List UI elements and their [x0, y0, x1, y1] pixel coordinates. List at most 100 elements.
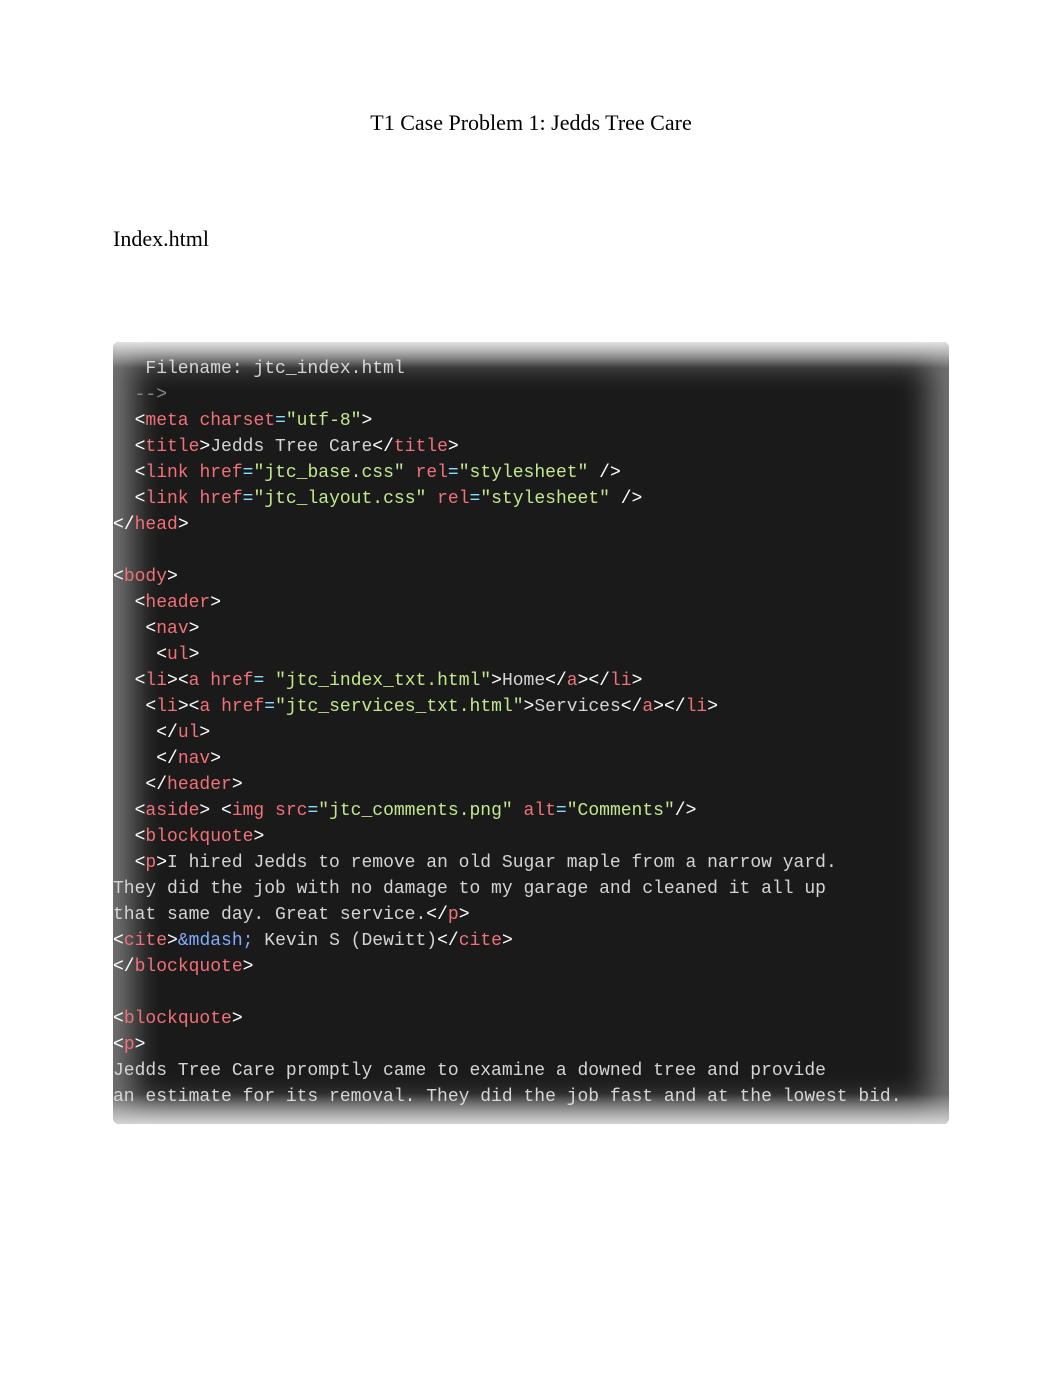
code-token: >	[459, 905, 470, 925]
code-token	[199, 671, 210, 691]
code-token: ul	[178, 723, 200, 743]
code-token: title	[145, 437, 199, 457]
code-token: "jtc_index_txt.html"	[275, 671, 491, 691]
code-token: </	[113, 775, 167, 795]
code-token: >	[210, 593, 221, 613]
code-token: </	[426, 905, 448, 925]
code-token: >	[189, 645, 200, 665]
code-token: blockquote	[145, 827, 253, 847]
code-line: They did the job with no damage to my ga…	[113, 876, 949, 902]
code-token: <	[113, 567, 124, 587]
code-token	[264, 801, 275, 821]
code-token: =	[448, 463, 459, 483]
code-token: </	[372, 437, 394, 457]
page-title: T1 Case Problem 1: Jedds Tree Care	[0, 110, 1062, 136]
code-token: rel	[416, 463, 448, 483]
code-token: =	[264, 697, 275, 717]
code-token: They did the job with no damage to my ga…	[113, 879, 826, 899]
code-token	[210, 697, 221, 717]
code-token: nav	[178, 749, 210, 769]
code-token: </	[621, 697, 643, 717]
code-token: blockquote	[124, 1009, 232, 1029]
code-token: </	[113, 957, 135, 977]
code-token: </	[437, 931, 459, 951]
code-token: =	[253, 671, 275, 691]
code-token: >	[199, 437, 210, 457]
code-token: Kevin S (Dewitt)	[253, 931, 437, 951]
code-token: <	[113, 853, 145, 873]
code-line: -->	[113, 382, 949, 408]
code-line: <meta charset="utf-8">	[113, 408, 949, 434]
code-token: >	[210, 749, 221, 769]
code-token: <	[113, 827, 145, 847]
code-token: />	[675, 801, 697, 821]
code-line: <title>Jedds Tree Care</title>	[113, 434, 949, 460]
code-token: <	[113, 645, 167, 665]
code-line: <link href="jtc_base.css" rel="styleshee…	[113, 460, 949, 486]
code-token: src	[275, 801, 307, 821]
code-token: >	[232, 775, 243, 795]
code-token: >	[232, 1009, 243, 1029]
code-token: >	[448, 437, 459, 457]
code-token: href	[210, 671, 253, 691]
code-token	[189, 463, 200, 483]
code-token: >	[167, 931, 178, 951]
code-token: "Comments"	[567, 801, 675, 821]
code-token: "utf-8"	[286, 411, 362, 431]
code-line: Jedds Tree Care promptly came to examine…	[113, 1058, 949, 1084]
code-line: <cite>&mdash; Kevin S (Dewitt)</cite>	[113, 928, 949, 954]
code-token: head	[135, 515, 178, 535]
code-token: header	[167, 775, 232, 795]
code-line: an estimate for its removal. They did th…	[113, 1084, 949, 1110]
code-line: <aside> <img src="jtc_comments.png" alt=…	[113, 798, 949, 824]
code-line: <ul>	[113, 642, 949, 668]
code-line: that same day. Great service.</p>	[113, 902, 949, 928]
code-token	[189, 489, 200, 509]
code-token: Jedds Tree Care	[210, 437, 372, 457]
code-token: title	[394, 437, 448, 457]
code-token: =	[243, 463, 254, 483]
code-token: li	[686, 697, 708, 717]
code-token: >	[491, 671, 502, 691]
code-token: >	[135, 1035, 146, 1055]
code-token: > <	[199, 801, 231, 821]
code-token: <	[113, 931, 124, 951]
code-token: >	[253, 827, 264, 847]
code-line	[113, 980, 949, 1006]
code-token: Jedds Tree Care promptly came to examine…	[113, 1061, 826, 1081]
code-token: -->	[113, 385, 167, 405]
code-line: <nav>	[113, 616, 949, 642]
code-line: <body>	[113, 564, 949, 590]
code-token: =	[307, 801, 318, 821]
code-token: "jtc_comments.png"	[318, 801, 512, 821]
code-token: >	[199, 723, 210, 743]
code-token: "jtc_layout.css"	[253, 489, 426, 509]
code-line: </head>	[113, 512, 949, 538]
code-token: ><	[178, 697, 200, 717]
code-token: li	[610, 671, 632, 691]
code-token: link	[145, 463, 188, 483]
code-token: ></	[578, 671, 610, 691]
code-line: <li><a href= "jtc_index_txt.html">Home</…	[113, 668, 949, 694]
section-label: Index.html	[113, 226, 1062, 252]
code-line: </ul>	[113, 720, 949, 746]
code-token: <	[113, 801, 145, 821]
code-token	[189, 411, 200, 431]
code-token: >	[189, 619, 200, 639]
code-token: =	[243, 489, 254, 509]
code-token: >	[524, 697, 535, 717]
code-line: <p>	[113, 1032, 949, 1058]
code-token: "jtc_base.css"	[253, 463, 404, 483]
code-token: </	[113, 515, 135, 535]
code-token: "stylesheet"	[459, 463, 589, 483]
code-token: </	[545, 671, 567, 691]
code-token	[426, 489, 437, 509]
code-line: <header>	[113, 590, 949, 616]
code-token: Home	[502, 671, 545, 691]
code-token: =	[275, 411, 286, 431]
code-token: p	[448, 905, 459, 925]
code-token: <	[113, 489, 145, 509]
code-line: Filename: jtc_index.html	[113, 356, 949, 382]
code-token: ></	[653, 697, 685, 717]
code-token: body	[124, 567, 167, 587]
